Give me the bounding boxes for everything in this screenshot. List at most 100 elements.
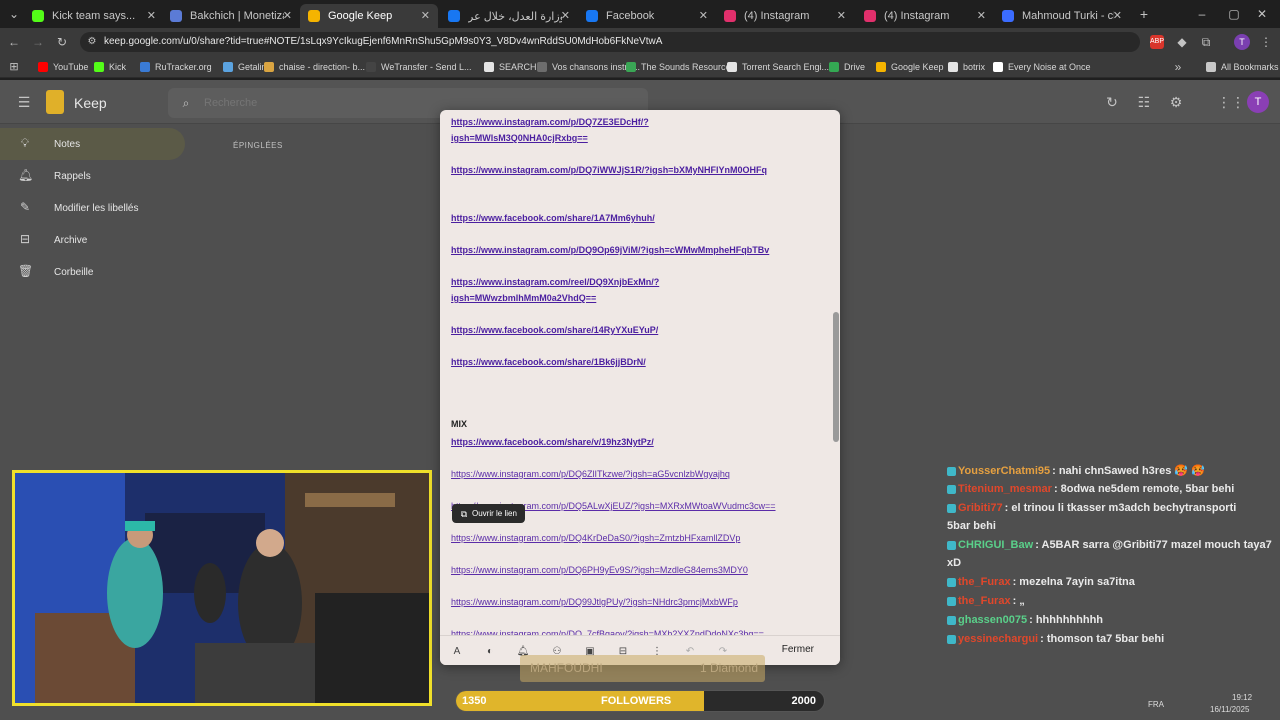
chat-username[interactable]: YousserChatmi95 xyxy=(958,465,1050,477)
note-link[interactable]: https://www.facebook.com/share/1A7Mm6yhu… xyxy=(451,210,655,226)
bookmark-7[interactable]: Vos chansons instru... xyxy=(537,60,640,74)
bookmark-label: The Sounds Resource xyxy=(641,62,731,72)
profile-avatar-icon[interactable]: T xyxy=(1234,34,1250,50)
main-menu-icon[interactable]: ☰ xyxy=(16,94,32,110)
list-view-icon[interactable]: ☷ xyxy=(1136,94,1152,110)
tab-0[interactable]: Kick team says... ✕ xyxy=(24,4,164,28)
note-link[interactable]: https://www.instagram.com/p/DQ7ZE3EDcHf/… xyxy=(451,114,649,130)
forward-icon[interactable]: → xyxy=(30,34,46,50)
tab-close-icon[interactable]: ✕ xyxy=(283,9,292,22)
chat-username[interactable]: CHRIGUI_Baw xyxy=(958,539,1033,551)
bookmark-favicon-icon xyxy=(829,62,839,72)
refresh-icon[interactable]: ↻ xyxy=(1104,94,1120,110)
chat-badge-icon xyxy=(947,596,956,606)
back-icon[interactable]: ← xyxy=(6,34,22,50)
note-link[interactable]: https://www.facebook.com/share/1Bk6jjBDr… xyxy=(451,354,646,370)
taskbar-date[interactable]: 16/11/2025 xyxy=(1210,705,1249,714)
site-info-icon[interactable]: ⚙ xyxy=(84,34,100,50)
chat-message: the_Furax: mezelna 7ayin sa7itna xyxy=(947,576,1135,588)
note-link[interactable]: https://www.instagram.com/p/DQ4KrDeDaS0/… xyxy=(451,530,740,546)
note-link[interactable]: https://www.facebook.com/share/v/19hz3Ny… xyxy=(451,434,654,450)
tab-6[interactable]: (4) Instagram ✕ xyxy=(856,4,994,28)
tab-close-icon[interactable]: ✕ xyxy=(699,9,708,22)
bookmark-favicon-icon xyxy=(223,62,233,72)
tab-favicon-icon xyxy=(864,10,876,22)
chat-text: : A5BAR sarra @Gribiti77 mazel mouch tay… xyxy=(1035,539,1272,551)
account-avatar[interactable]: T xyxy=(1247,91,1269,113)
note-link[interactable]: https://www.instagram.com/p/DQ6ZlITkzwe/… xyxy=(451,466,730,482)
note-link[interactable]: https://www.instagram.com/reel/DQ9XnjbEx… xyxy=(451,274,659,290)
tab-close-icon[interactable]: ✕ xyxy=(147,9,156,22)
adblock-icon[interactable]: ABP xyxy=(1150,35,1164,49)
minimize-icon[interactable]: – xyxy=(1194,6,1210,22)
tab-search-icon[interactable]: ⌄ xyxy=(6,6,22,22)
new-tab-icon[interactable]: + xyxy=(1136,6,1152,22)
browser-menu-icon[interactable]: ⋮ xyxy=(1258,34,1274,50)
chat-username[interactable]: Titenium_mesmar xyxy=(958,483,1052,495)
bookmark-5[interactable]: WeTransfer - Send L... xyxy=(366,60,472,74)
extension-icon[interactable]: ◆ xyxy=(1174,34,1190,50)
settings-gear-icon[interactable]: ⚙ xyxy=(1168,94,1184,110)
tab-close-icon[interactable]: ✕ xyxy=(561,9,570,22)
maximize-icon[interactable]: ▢ xyxy=(1226,6,1242,22)
bookmark-12[interactable]: botrix xyxy=(948,60,985,74)
tab-2[interactable]: Google Keep ✕ xyxy=(300,4,438,28)
tab-5[interactable]: (4) Instagram ✕ xyxy=(716,4,854,28)
tab-3[interactable]: أعلنت وزارة العدل، خلال عر...✕ xyxy=(440,4,578,28)
bookmark-11[interactable]: Google Keep xyxy=(876,60,944,74)
close-note-button[interactable]: Fermer xyxy=(782,644,814,655)
note-link[interactable]: igsh=MWlsM3Q0NHA0cjRxbg== xyxy=(451,130,588,146)
bookmark-favicon-icon xyxy=(38,62,48,72)
tab-close-icon[interactable]: ✕ xyxy=(837,9,846,22)
chat-username[interactable]: the_Furax xyxy=(958,595,1011,607)
tab-close-icon[interactable]: ✕ xyxy=(977,9,986,22)
close-window-icon[interactable]: ✕ xyxy=(1254,6,1270,22)
address-bar[interactable]: ⚙ keep.google.com/u/0/share?tid=true#NOT… xyxy=(80,32,1140,52)
tab-7[interactable]: Mahmoud Turki - chléye...✕ xyxy=(994,4,1130,28)
bookmark-4[interactable]: chaise - direction- b... xyxy=(264,60,365,74)
chat-username[interactable]: yessinechargui xyxy=(958,633,1038,645)
chat-username[interactable]: the_Furax xyxy=(958,576,1011,588)
text-format-icon[interactable]: A xyxy=(450,645,464,659)
tab-4[interactable]: Facebook ✕ xyxy=(578,4,716,28)
apps-grid-icon[interactable]: ⊞ xyxy=(6,59,22,75)
taskbar-lang[interactable]: FRA xyxy=(1148,700,1164,709)
bookmark-favicon-icon xyxy=(264,62,274,72)
bookmarks-overflow-icon[interactable]: » xyxy=(1170,59,1186,75)
note-link[interactable]: https://www.instagram.com/p/DQ9Op69jViM/… xyxy=(451,242,769,258)
tab-close-icon[interactable]: ✕ xyxy=(1113,9,1122,22)
all-bookmarks[interactable]: All Bookmarks xyxy=(1206,60,1279,74)
sidebar-item-0[interactable]: 💡︎ Notes xyxy=(0,128,185,160)
bookmark-1[interactable]: Kick xyxy=(94,60,126,74)
note-link[interactable]: https://www.instagram.com/p/DQ99JtlgPUy/… xyxy=(451,594,738,610)
tab-1[interactable]: Bakchich | Monetization I✕ xyxy=(162,4,300,28)
sidebar-item-1[interactable]: 🔔︎ Rappels xyxy=(0,160,185,192)
chat-username[interactable]: Gribiti77 xyxy=(958,502,1003,514)
bookmark-8[interactable]: The Sounds Resource xyxy=(626,60,731,74)
search-icon[interactable]: ⌕ xyxy=(178,95,194,111)
google-apps-icon[interactable]: ⋮⋮ xyxy=(1217,94,1245,110)
note-link[interactable]: https://www.instagram.com/p/DQ7iWWJjS1R/… xyxy=(451,162,767,178)
taskbar-time[interactable]: 19:12 xyxy=(1232,693,1252,702)
bookmark-13[interactable]: Every Noise at Once xyxy=(993,60,1091,74)
extensions-puzzle-icon[interactable]: ⧉ xyxy=(1198,34,1214,50)
open-link-tooltip[interactable]: ⧉ Ouvrir le lien xyxy=(452,504,525,523)
bookmark-9[interactable]: Torrent Search Engi... xyxy=(727,60,829,74)
reload-icon[interactable]: ↻ xyxy=(54,34,70,50)
note-scrollbar[interactable] xyxy=(833,312,839,442)
note-link[interactable]: igsh=MWwzbmlhMmM0a2VhdQ== xyxy=(451,290,596,306)
tab-close-icon[interactable]: ✕ xyxy=(421,9,430,22)
palette-icon[interactable]: ◐ xyxy=(483,645,497,659)
sidebar-item-label: Corbeille xyxy=(54,266,94,278)
chat-username[interactable]: ghassen0075 xyxy=(958,614,1027,626)
bookmark-10[interactable]: Drive xyxy=(829,60,865,74)
sidebar-item-4[interactable]: 🗑︎ Corbeille xyxy=(0,256,185,288)
sidebar-item-2[interactable]: ✎ Modifier les libellés xyxy=(0,192,185,224)
bookmark-6[interactable]: SEARCH xyxy=(484,60,537,74)
bookmark-2[interactable]: RuTracker.org xyxy=(140,60,212,74)
trash-icon: 🗑︎ xyxy=(18,264,34,278)
note-link[interactable]: https://www.instagram.com/p/DQ6PH9yEv9S/… xyxy=(451,562,748,578)
note-link[interactable]: https://www.facebook.com/share/14RyYXuEY… xyxy=(451,322,658,338)
bookmark-0[interactable]: YouTube xyxy=(38,60,88,74)
sidebar-item-3[interactable]: ⊟ Archive xyxy=(0,224,185,256)
